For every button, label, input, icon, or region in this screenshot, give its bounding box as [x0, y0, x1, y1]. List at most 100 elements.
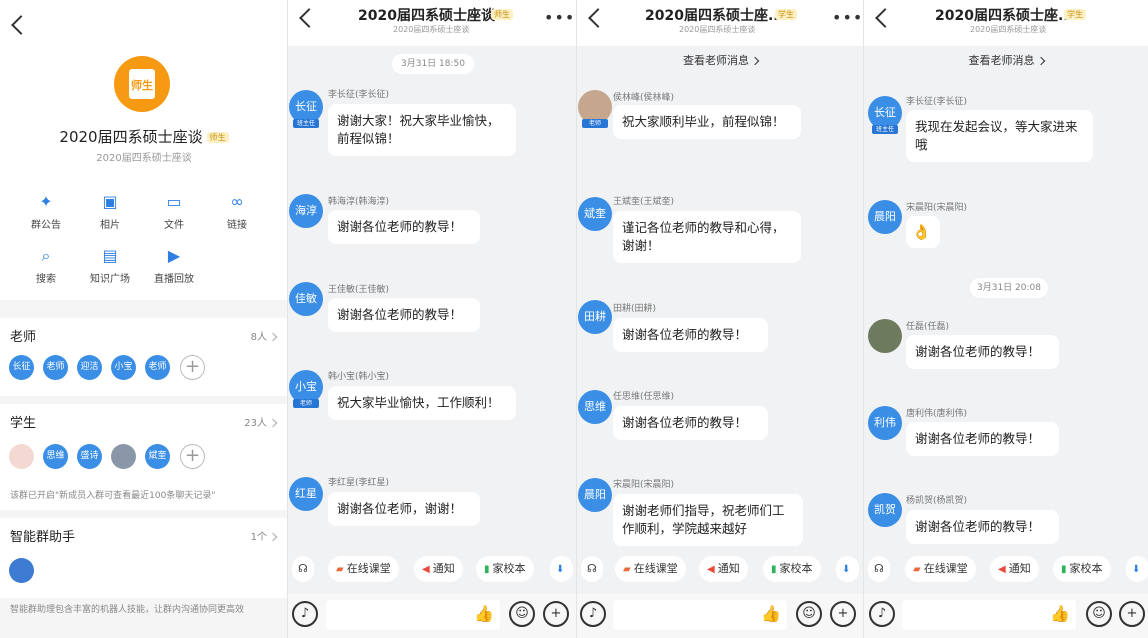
assistant-section[interactable]: 智能群助手 1个	[0, 518, 288, 598]
photo-avatar[interactable]: 老师	[578, 90, 612, 128]
message-bubble[interactable]: 谢谢老师们指导，祝老师们工作顺利，学院越来越好	[613, 494, 803, 546]
tool-homework[interactable]: ▮ 家校本	[476, 556, 534, 582]
section-count[interactable]: 8人	[251, 328, 278, 343]
avatar[interactable]: 长征 班主任	[868, 96, 902, 134]
member-avatar[interactable]: 长征	[9, 355, 34, 380]
plus-icon[interactable]: +	[830, 601, 856, 627]
avatar[interactable]: 晨阳	[868, 200, 902, 234]
view-teacher-messages[interactable]: 查看老师消息	[577, 52, 864, 68]
avatar[interactable]: 海淳	[289, 194, 323, 228]
message-bubble[interactable]: 祝大家毕业愉快，工作顺利！	[328, 386, 516, 420]
tool-label: 通知	[432, 562, 455, 575]
more-icon[interactable]: •••	[544, 8, 575, 27]
add-member-icon[interactable]: +	[180, 444, 205, 469]
input-bar: ♪ 👍 ☺ +	[577, 594, 864, 638]
message-bubble[interactable]: 谢谢大家！祝大家毕业愉快，前程似锦！	[328, 104, 516, 156]
chevron-right-icon	[268, 332, 278, 342]
message-bubble[interactable]: 谨记各位老师的教导和心得，谢谢！	[613, 211, 801, 263]
tool-more[interactable]: ⬇	[836, 556, 860, 582]
avatar[interactable]: 斌奎	[578, 197, 612, 231]
fn-live-replay[interactable]: ▶ 直播回放	[144, 246, 204, 285]
member-avatar[interactable]: 老师	[145, 355, 170, 380]
voice-icon[interactable]: ♪	[580, 601, 606, 627]
tool-online-class[interactable]: ▰ 在线课堂	[615, 556, 686, 582]
fn-knowledge[interactable]: ▤ 知识广场	[80, 246, 140, 285]
headset-icon[interactable]: ☊	[292, 556, 314, 582]
tool-online-class[interactable]: ▰ 在线课堂	[905, 556, 976, 582]
classroom-icon: ▰	[913, 564, 921, 575]
view-teacher-messages[interactable]: 查看老师消息	[864, 52, 1148, 68]
headset-icon[interactable]: ☊	[868, 556, 890, 582]
sender-name: 李长征(李长征)	[906, 97, 968, 107]
member-avatar[interactable]: 老师	[43, 355, 68, 380]
voice-icon[interactable]: ♪	[869, 601, 895, 627]
cartoon-avatar[interactable]	[9, 444, 34, 469]
avatar[interactable]: 思维	[578, 390, 612, 424]
section-count[interactable]: 23人	[244, 414, 278, 429]
message-bubble[interactable]: 我现在发起会议，等大家进来哦	[906, 110, 1093, 162]
avatar[interactable]: 红星	[289, 477, 323, 511]
tool-label: 通知	[1008, 562, 1031, 575]
message-bubble[interactable]: 谢谢各位老师的教导！	[328, 210, 480, 244]
thumbs-up-icon[interactable]: 👍	[474, 604, 494, 623]
tool-notice[interactable]: ◀ 通知	[414, 556, 463, 582]
fn-search[interactable]: ⌕ 搜索	[16, 246, 76, 285]
photo-avatar[interactable]	[111, 444, 136, 469]
back-icon[interactable]	[588, 8, 608, 28]
add-member-icon[interactable]: +	[180, 355, 205, 380]
thumbs-up-icon[interactable]: 👍	[761, 604, 781, 623]
plus-icon[interactable]: +	[543, 601, 569, 627]
teachers-section[interactable]: 老师 8人 长征 老师 迎洁 小宝 老师 +	[0, 318, 288, 396]
avatar[interactable]: 利伟	[868, 406, 902, 440]
avatar[interactable]: 小宝 老师	[289, 370, 323, 408]
tool-homework[interactable]: ▮ 家校本	[763, 556, 821, 582]
fn-announcement[interactable]: ✦ 群公告	[16, 192, 76, 231]
notice-icon: ◀	[707, 564, 715, 575]
message-bubble[interactable]: 谢谢各位老师，谢谢！	[328, 492, 480, 526]
member-avatar[interactable]: 迎洁	[77, 355, 102, 380]
tool-homework[interactable]: ▮ 家校本	[1053, 556, 1111, 582]
fn-files[interactable]: ▭ 文件	[144, 192, 204, 231]
thumbs-up-icon[interactable]: 👍	[1050, 604, 1070, 623]
member-avatar[interactable]: 斌奎	[145, 444, 170, 469]
member-avatar[interactable]: 盛诗	[77, 444, 102, 469]
emoji-icon[interactable]: ☺	[796, 601, 822, 627]
ok-emoji-bubble[interactable]: 👌	[906, 216, 940, 248]
emoji-icon[interactable]: ☺	[1086, 601, 1112, 627]
tool-notice[interactable]: ◀ 通知	[699, 556, 748, 582]
emoji-icon[interactable]: ☺	[509, 601, 535, 627]
message-bubble[interactable]: 谢谢各位老师的教导！	[906, 422, 1059, 456]
tool-notice[interactable]: ◀ 通知	[990, 556, 1039, 582]
tool-more[interactable]: ⬇	[550, 556, 574, 582]
robot-avatar[interactable]	[9, 558, 34, 583]
message-bubble[interactable]: 谢谢各位老师的教导！	[328, 298, 480, 332]
tool-online-class[interactable]: ▰ 在线课堂	[328, 556, 399, 582]
sender-name: 杨凯贺(杨凯贺)	[906, 496, 968, 506]
message-bubble[interactable]: 谢谢各位老师的教导！	[613, 406, 768, 440]
count-text: 1个	[250, 532, 267, 543]
member-avatar[interactable]: 思维	[43, 444, 68, 469]
fn-photos[interactable]: ▣ 相片	[80, 192, 140, 231]
voice-icon[interactable]: ♪	[292, 601, 318, 627]
member-avatar[interactable]: 小宝	[111, 355, 136, 380]
message-bubble[interactable]: 祝大家顺利毕业，前程似锦！	[613, 105, 801, 139]
avatar[interactable]: 凯贺	[868, 493, 902, 527]
back-icon[interactable]	[299, 8, 319, 28]
section-count[interactable]: 1个	[250, 528, 278, 543]
fn-links[interactable]: ∞ 链接	[207, 192, 267, 231]
avatar[interactable]: 晨阳	[578, 478, 612, 512]
back-icon[interactable]	[875, 8, 895, 28]
plus-icon[interactable]: +	[1119, 601, 1145, 627]
tool-more[interactable]: ⬇	[1126, 556, 1148, 582]
message-bubble[interactable]: 谢谢各位老师的教导！	[613, 318, 768, 352]
photo-avatar[interactable]	[868, 319, 902, 353]
back-icon[interactable]	[11, 15, 31, 35]
message-bubble[interactable]: 谢谢各位老师的教导！	[906, 335, 1059, 369]
chat-header: 2020届四系硕士座... 学生 2020届四系硕士座谈	[864, 0, 1148, 46]
avatar[interactable]: 佳敏	[289, 282, 323, 316]
more-icon[interactable]: •••	[832, 8, 863, 27]
avatar[interactable]: 田耕	[578, 300, 612, 334]
headset-icon[interactable]: ☊	[581, 556, 603, 582]
avatar[interactable]: 长征 班主任	[289, 90, 323, 128]
message-bubble[interactable]: 谢谢各位老师的教导！	[906, 510, 1059, 544]
